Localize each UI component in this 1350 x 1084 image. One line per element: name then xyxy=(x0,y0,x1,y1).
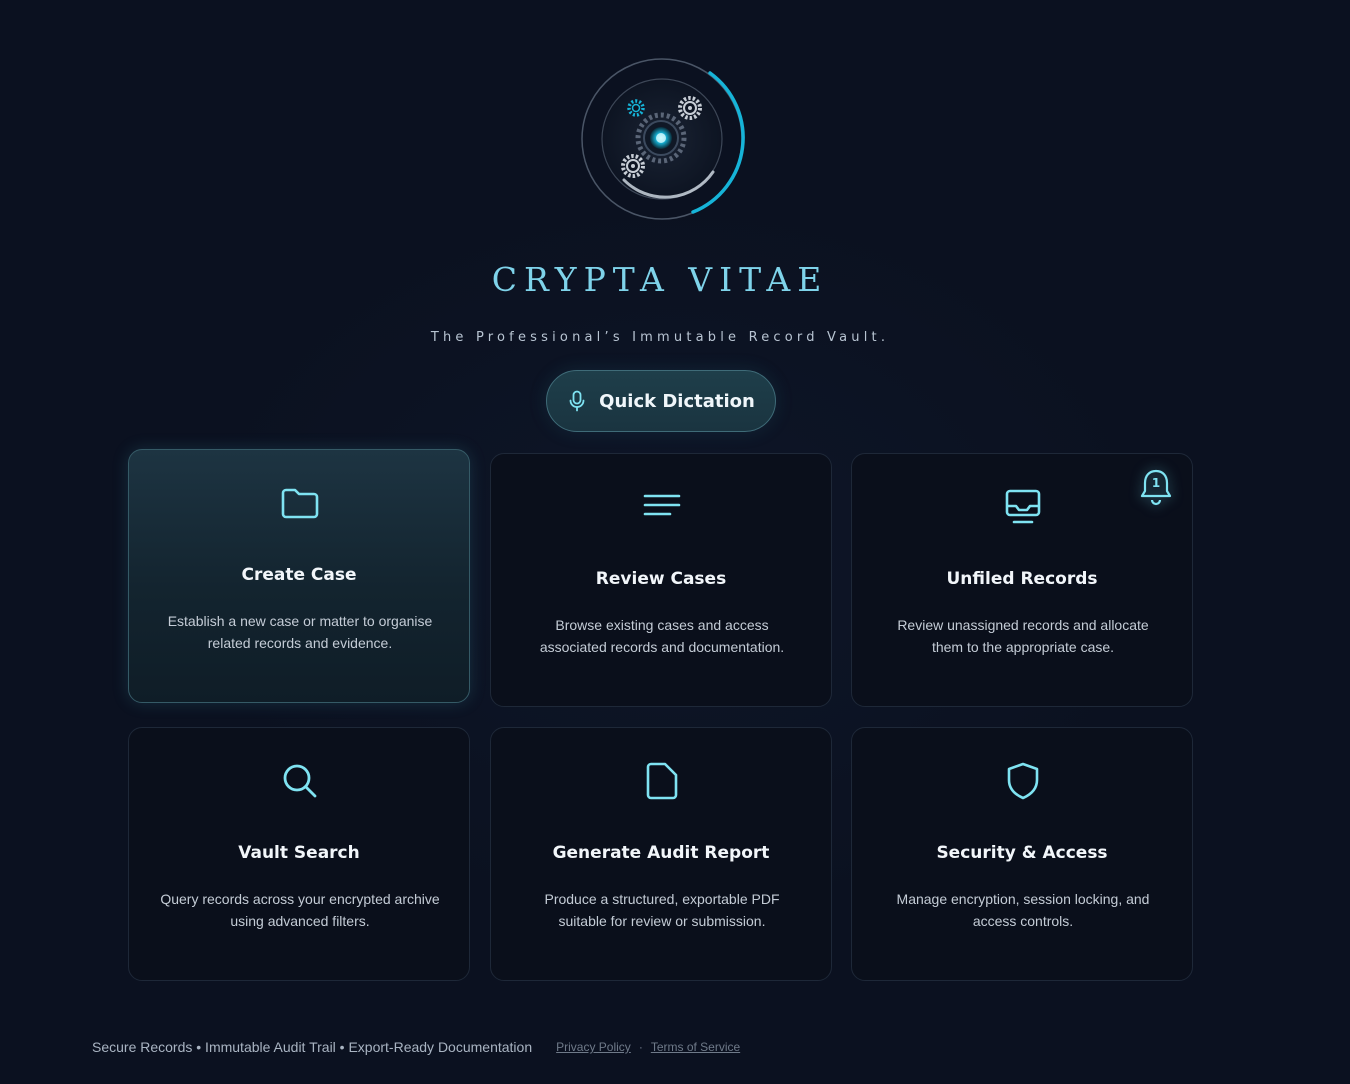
card-title: Vault Search xyxy=(238,843,360,863)
gears-logo-icon xyxy=(581,58,745,220)
footer-links: Privacy Policy · Terms of Service xyxy=(556,1040,740,1054)
card-description: Review unassigned records and allocate t… xyxy=(897,617,1149,655)
card-create-case[interactable]: Create Case Establish a new case or matt… xyxy=(128,449,470,703)
app-title: CRYPTA VITAE xyxy=(491,260,829,299)
logo xyxy=(575,52,749,226)
quick-dictation-label: Quick Dictation xyxy=(599,390,755,412)
card-unfiled-records[interactable]: 1 Unfiled Records Review unassigned reco… xyxy=(851,453,1193,707)
app-tagline: The Professional’s Immutable Record Vaul… xyxy=(430,330,890,345)
footer-tagline: Secure Records • Immutable Audit Trail •… xyxy=(92,1039,533,1055)
card-generate-audit-report[interactable]: Generate Audit Report Produce a structur… xyxy=(490,727,832,981)
card-description: Manage encryption, session locking, and … xyxy=(896,891,1150,929)
card-title: Security & Access xyxy=(936,843,1108,863)
action-grid: Create Case Establish a new case or matt… xyxy=(128,449,1194,983)
card-vault-search[interactable]: Vault Search Query records across your e… xyxy=(128,727,470,981)
card-title: Unfiled Records xyxy=(946,569,1098,589)
notification-count: 1 xyxy=(1151,476,1161,490)
footer: Secure Records • Immutable Audit Trail •… xyxy=(92,1038,740,1056)
card-description: Query records across your encrypted arch… xyxy=(160,891,440,929)
card-review-cases[interactable]: Review Cases Browse existing cases and a… xyxy=(490,453,832,707)
card-security-access[interactable]: Security & Access Manage encryption, ses… xyxy=(851,727,1193,981)
quick-dictation-button[interactable]: Quick Dictation xyxy=(546,370,776,432)
search-icon xyxy=(283,764,317,798)
notification-bell[interactable]: 1 xyxy=(1138,468,1174,508)
terms-of-service-link[interactable]: Terms of Service xyxy=(651,1040,740,1054)
document-icon xyxy=(646,762,678,800)
microphone-icon xyxy=(569,390,585,412)
card-title: Generate Audit Report xyxy=(552,843,770,863)
privacy-policy-link[interactable]: Privacy Policy xyxy=(556,1040,631,1054)
shield-icon xyxy=(1007,762,1039,800)
footer-separator: · xyxy=(638,1040,643,1054)
card-title: Review Cases xyxy=(595,569,727,589)
card-description: Browse existing cases and access associa… xyxy=(539,617,785,655)
list-lines-icon xyxy=(643,494,681,516)
folder-icon xyxy=(281,488,319,519)
card-description: Establish a new case or matter to organi… xyxy=(167,613,433,651)
card-description: Produce a structured, exportable PDF sui… xyxy=(544,891,780,929)
card-title: Create Case xyxy=(241,565,357,585)
inbox-tray-icon xyxy=(1005,489,1041,524)
